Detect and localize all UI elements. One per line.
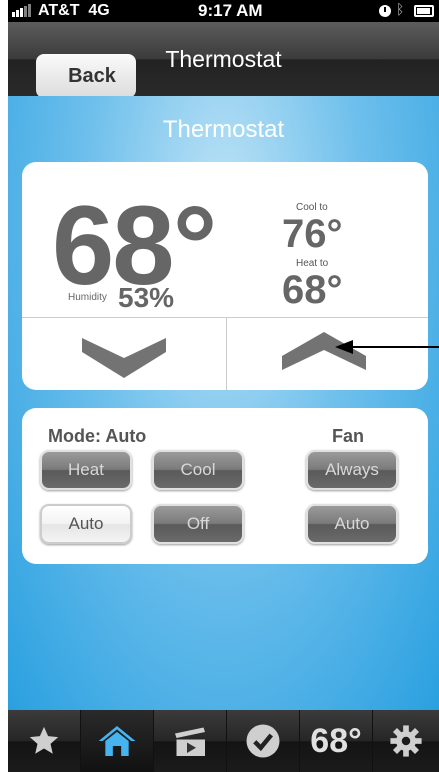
- fan-label: Fan: [332, 426, 365, 446]
- home-icon: [98, 726, 136, 756]
- navigation-bar: Thermostat Back: [8, 22, 439, 98]
- chevron-down-icon: [82, 338, 166, 378]
- fan-always-button[interactable]: Always: [306, 450, 398, 490]
- carrier-name: AT&T: [38, 2, 80, 19]
- clapperboard-icon: [175, 727, 205, 756]
- status-bar: AT&T 4G 9:17 AM ᛒ: [8, 0, 439, 22]
- checkmark-icon: [246, 724, 280, 758]
- tab-settings[interactable]: [373, 710, 439, 772]
- main-content: Thermostat 68° Humidity 53% Cool to 76° …: [8, 96, 439, 710]
- mode-cool-button[interactable]: Cool: [152, 450, 244, 490]
- mode-auto-button[interactable]: Auto: [40, 504, 132, 544]
- phone-screen: AT&T 4G 9:17 AM ᛒ Thermostat Back Thermo…: [0, 0, 439, 772]
- clock-icon: [379, 5, 391, 17]
- page-title: Thermostat: [162, 116, 285, 143]
- tab-thermostat[interactable]: 68°: [300, 710, 372, 772]
- humidity-label: Humidity: [68, 292, 107, 303]
- signal-icon: [12, 3, 31, 17]
- bluetooth-icon: ᛒ: [396, 1, 405, 17]
- back-button-label: Back: [36, 54, 136, 98]
- mode-heat-button[interactable]: Heat: [40, 450, 132, 490]
- tab-temperature-label: 68°: [310, 721, 362, 760]
- tab-bar: 68°: [8, 710, 439, 772]
- mode-label: Mode: Auto: [48, 426, 147, 446]
- battery-icon: [414, 5, 434, 17]
- heat-setpoint-value: 68°: [282, 268, 343, 312]
- star-icon: [29, 726, 59, 754]
- tab-favorites[interactable]: [8, 710, 80, 772]
- status-time: 9:17 AM: [198, 1, 263, 20]
- carrier-info: AT&T 4G: [38, 2, 110, 20]
- gear-icon: [390, 725, 422, 757]
- tab-tasks[interactable]: [227, 710, 299, 772]
- mode-card: Mode: Auto Fan Heat Cool Auto Off Always…: [22, 408, 428, 564]
- mode-off-button[interactable]: Off: [152, 504, 244, 544]
- tab-media[interactable]: [154, 710, 226, 772]
- back-button[interactable]: Back: [26, 38, 136, 98]
- fan-auto-button[interactable]: Auto: [306, 504, 398, 544]
- network-type: 4G: [88, 2, 110, 19]
- humidity-value: 53%: [118, 282, 175, 313]
- cool-setpoint-value: 76°: [282, 212, 343, 256]
- temperature-down-button[interactable]: [22, 318, 226, 390]
- annotation-arrow-icon: [335, 340, 439, 354]
- tab-home[interactable]: [81, 710, 153, 772]
